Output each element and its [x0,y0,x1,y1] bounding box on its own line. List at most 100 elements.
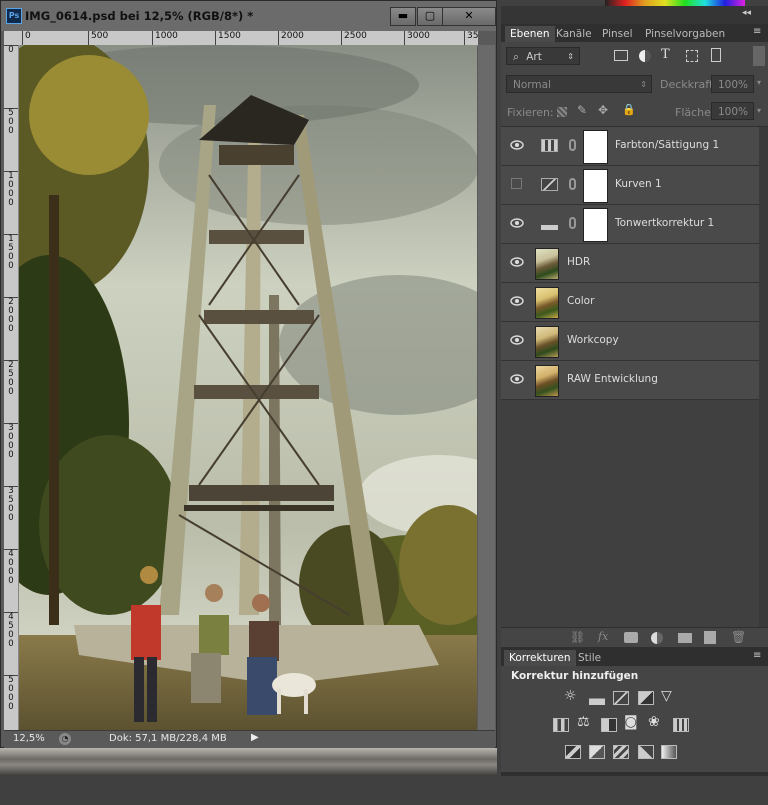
fill-slider-arrow-icon[interactable]: ▾ [757,106,761,115]
posterize-icon[interactable] [589,745,605,759]
ruler-tick: 3 5 0 0 [4,486,18,523]
eye-icon[interactable] [510,256,524,268]
lock-all-icon[interactable]: 🔒 [622,103,636,116]
layer-filter-row: ⌕ Art ⇕ T [501,42,768,72]
filter-kind-select[interactable]: ⌕ Art ⇕ [506,47,580,65]
layer-kurven[interactable]: Kurven 1 [501,166,759,205]
selective-color-icon[interactable] [638,745,654,759]
tab-stile[interactable]: Stile [573,650,606,666]
status-menu-arrow-icon[interactable]: ▶ [251,732,259,743]
document-window: Ps IMG_0614.psd bei 12,5% (RGB/8*) * ▬ ▢… [0,0,497,748]
status-bar: 12,5% ◔ Dok: 57,1 MB/228,4 MB ▶ [4,730,495,748]
new-adjustment-layer-icon[interactable] [651,632,663,644]
document-size: Dok: 57,1 MB/228,4 MB [109,733,227,744]
filter-toggle[interactable] [753,46,765,66]
eye-icon[interactable] [510,295,524,307]
minimize-button[interactable]: ▬ [390,7,416,26]
black-white-icon[interactable] [601,718,617,732]
eye-icon[interactable] [510,139,524,151]
background-image-strip [0,748,497,776]
channel-mixer-icon[interactable]: ❀ [648,714,660,730]
layer-raw-entwicklung[interactable]: RAW Entwicklung [501,361,759,400]
layer-thumbnail[interactable] [535,287,559,319]
lock-label: Fixieren: [507,106,554,119]
ruler-tick: 2 5 0 0 [4,360,18,397]
tab-korrekturen[interactable]: Korrekturen [504,650,576,666]
ruler-tick: 2 0 0 0 [4,297,18,334]
opacity-field[interactable]: 100% [711,75,754,93]
layer-mask-thumbnail[interactable] [583,169,608,203]
fill-label: Fläche: [675,106,715,119]
levels-icon [541,217,558,230]
layer-name: HDR [567,256,591,268]
color-balance-icon[interactable]: ⚖ [577,714,590,730]
trash-icon[interactable]: 🗑 [731,630,746,644]
layer-thumbnail[interactable] [535,365,559,397]
status-info-icon[interactable]: ◔ [59,733,71,745]
layer-color[interactable]: Color [501,283,759,322]
layer-mask-thumbnail[interactable] [583,208,608,242]
fx-icon[interactable]: fx [598,630,608,643]
photo-filter-icon[interactable]: ◙ [624,714,638,730]
panel-menu-icon[interactable]: ≡ [753,26,761,37]
gradient-map-icon[interactable] [661,745,677,759]
filter-kind-value: Art [526,51,542,63]
eye-icon[interactable] [510,373,524,385]
image-canvas[interactable] [19,45,477,730]
tab-pinselvorgaben[interactable]: Pinselvorgaben [640,26,730,42]
lock-transparent-pixels-icon[interactable] [557,107,567,117]
fill-field[interactable]: 100% [711,102,754,120]
hue-saturation-adjust-icon[interactable] [553,718,569,732]
eye-icon[interactable] [510,217,524,229]
smart-object-filter-icon[interactable] [711,48,721,62]
visibility-toggle-off[interactable] [511,178,522,189]
tab-ebenen[interactable]: Ebenen [505,26,555,42]
layer-mask-thumbnail[interactable] [583,130,608,164]
layer-hdr[interactable]: HDR [501,244,759,283]
link-icon[interactable] [569,217,576,229]
vertical-scrollbar[interactable] [478,45,495,730]
adjustments-panel-menu-icon[interactable]: ≡ [753,650,761,661]
eye-icon[interactable] [510,334,524,346]
layer-thumbnail[interactable] [535,326,559,358]
link-layers-icon[interactable]: ⛓ [570,630,585,644]
pixel-layer-filter-icon[interactable] [614,50,628,61]
blend-mode-select[interactable]: Normal ⇕ [506,75,652,93]
new-layer-icon[interactable] [704,631,716,644]
adjustment-filter-icon[interactable] [639,50,651,62]
photoshop-app-icon: Ps [6,8,22,24]
lock-image-pixels-icon[interactable]: ✎ [577,103,587,117]
exposure-icon[interactable] [638,691,654,705]
close-button[interactable]: ✕ [442,7,496,26]
layer-name: RAW Entwicklung [567,373,658,385]
type-filter-icon[interactable]: T [661,47,670,62]
collapse-panels-icon[interactable]: ◂◂ [742,8,751,18]
threshold-icon[interactable] [613,745,629,759]
zoom-level[interactable]: 12,5% [13,733,45,744]
layers-toolbar: ⛓ fx 🗑 [501,627,768,648]
tab-kanaele[interactable]: Kanäle [551,26,597,42]
layer-tonwertkorrektur[interactable]: Tonwertkorrektur 1 [501,205,759,244]
lock-position-icon[interactable]: ✥ [598,103,608,117]
link-icon[interactable] [569,139,576,151]
color-lookup-icon[interactable] [673,718,689,732]
layers-scrollbar[interactable] [759,127,768,627]
link-icon[interactable] [569,178,576,190]
layer-workcopy[interactable]: Workcopy [501,322,759,361]
brightness-contrast-icon[interactable]: ☼ [564,688,577,704]
new-group-folder-icon[interactable] [678,633,692,643]
shape-filter-icon[interactable] [686,50,698,62]
ruler-tick: 4 5 0 0 [4,612,18,649]
levels-adjust-icon[interactable] [589,691,605,705]
opacity-slider-arrow-icon[interactable]: ▾ [757,78,761,87]
vibrance-icon[interactable]: ▽ [661,688,672,704]
layer-farbton-saettigung[interactable]: Farbton/Sättigung 1 [501,127,759,166]
layer-thumbnail[interactable] [535,248,559,280]
maximize-button[interactable]: ▢ [417,7,443,26]
tab-pinsel[interactable]: Pinsel [597,26,638,42]
layer-name: Workcopy [567,334,619,346]
curves-adjust-icon[interactable] [613,691,629,705]
add-mask-icon[interactable] [624,632,638,643]
document-title-bar[interactable]: Ps IMG_0614.psd bei 12,5% (RGB/8*) * ▬ ▢… [1,1,496,31]
invert-icon[interactable] [565,745,581,759]
